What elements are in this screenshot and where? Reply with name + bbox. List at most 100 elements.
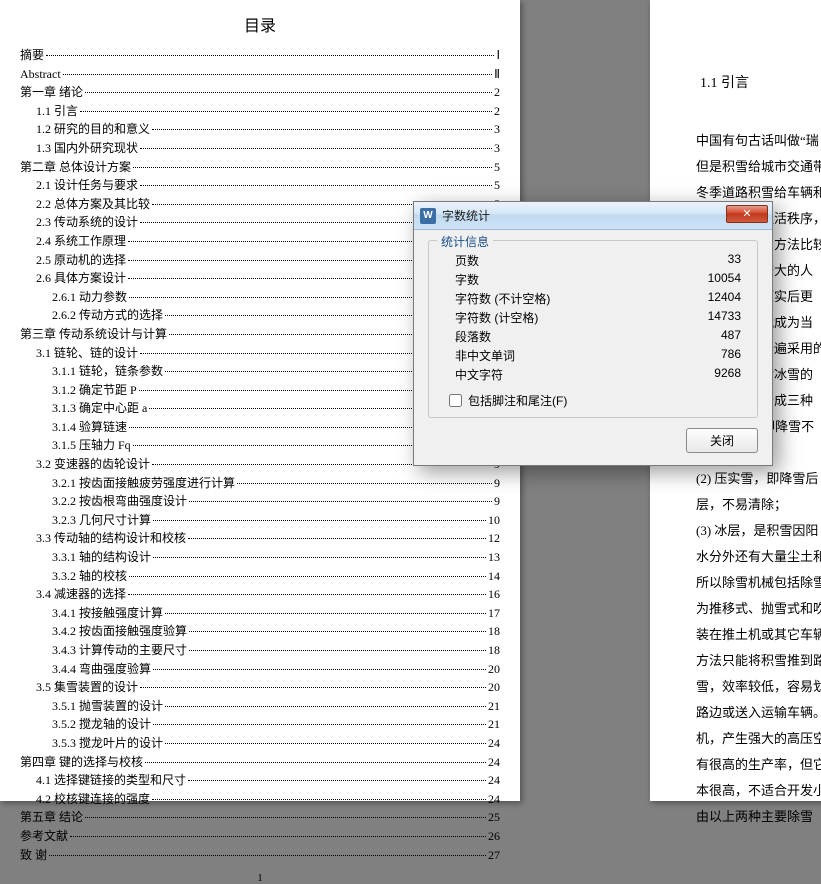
toc-entry-label: 2.1 设计任务与要求 (36, 176, 138, 195)
toc-dots (63, 74, 492, 75)
toc-entry: 3.3 传动轴的结构设计和校核12 (20, 529, 500, 548)
toc-entry: 3.2.3 几何尺寸计算10 (20, 511, 500, 530)
toc-entry-page: 9 (494, 492, 500, 511)
toc-dots (129, 576, 486, 577)
toc-entry-label: 3.5.2 搅龙轴的设计 (52, 715, 151, 734)
toc-entry-label: 2.6 具体方案设计 (36, 269, 126, 288)
toc-entry-label: 2.6.1 动力参数 (52, 288, 127, 307)
toc-entry-label: 3.3.1 轴的结构设计 (52, 548, 151, 567)
toc-entry: 第二章 总体设计方案5 (20, 158, 500, 177)
stat-name: 字符数 (计空格) (455, 309, 538, 326)
toc-dots (46, 55, 494, 56)
toc-entry-label: 3.2.1 按齿面接触疲劳强度进行计算 (52, 474, 235, 493)
toc-entry-page: 24 (488, 790, 500, 809)
toc-entry-label: 3.1.2 确定节距 P (52, 381, 137, 400)
dialog-body: 统计信息 页数33字数10054字符数 (不计空格)12404字符数 (计空格)… (414, 230, 772, 465)
toc-entry-label: 3.4.2 按齿面接触强度验算 (52, 622, 187, 641)
stat-name: 非中文单词 (455, 347, 515, 364)
dialog-footer: 关闭 (428, 428, 758, 453)
prose-line: 所以除雪机械包括除雪 (670, 570, 821, 596)
toc-dots (80, 111, 492, 112)
toc-entry-label: 2.6.2 传动方式的选择 (52, 306, 163, 325)
toc-entry-page: 21 (488, 715, 500, 734)
prose-line: 雪，效率较低，容易划伤地 (670, 674, 821, 700)
toc-dots (189, 650, 486, 651)
toc-entry-label: 第二章 总体设计方案 (20, 158, 131, 177)
close-button[interactable]: 关闭 (686, 428, 758, 453)
toc-entry: 3.4.3 计算传动的主要尺寸18 (20, 641, 500, 660)
toc-entry-page: 12 (488, 529, 500, 548)
toc-entry: 3.2.1 按齿面接触疲劳强度进行计算 9 (20, 474, 500, 493)
toc-entry-label: 第五章 结论 (20, 808, 83, 827)
prose-line: 机，产生强大的高压空气流 (670, 726, 821, 752)
toc-entry: 参考文献26 (20, 827, 500, 846)
toc-entry-label: 1.1 引言 (36, 102, 78, 121)
toc-entry-label: 第三章 传动系统设计与计算 (20, 325, 167, 344)
toc-entry-page: 9 (494, 474, 500, 493)
toc-dots (133, 167, 492, 168)
include-footnotes-label: 包括脚注和尾注(F) (468, 392, 567, 409)
toc-entry: 3.5 集雪装置的设计 20 (20, 678, 500, 697)
toc-dots (189, 501, 492, 502)
toc-entry: 3.5.1 抛雪装置的设计21 (20, 697, 500, 716)
toc-entry: 3.4 减速器的选择16 (20, 585, 500, 604)
toc-dots (165, 613, 486, 614)
toc-entry-label: 1.2 研究的目的和意义 (36, 120, 150, 139)
toc-entry-label: 3.1.5 压轴力 Fq (52, 436, 131, 455)
stat-row: 字数10054 (441, 270, 745, 289)
toc-dots (165, 706, 486, 707)
toc-entry-label: 2.2 总体方案及其比较 (36, 195, 150, 214)
toc-dots (49, 855, 486, 856)
toc-entry: 致 谢27 (20, 846, 500, 865)
toc-entry-label: 3.1.3 确定中心距 a (52, 399, 147, 418)
stat-row: 段落数487 (441, 327, 745, 346)
toc-dots (85, 817, 486, 818)
prose-line: 方法只能将积雪推到路边， (670, 648, 821, 674)
toc-dots (237, 483, 492, 484)
prose-line: 为推移式、抛雪式和吹雪式 (670, 596, 821, 622)
toc-entry-page: 2 (494, 102, 500, 121)
toc-entry: 1.3 国内外研究现状 3 (20, 139, 500, 158)
toc-entry-page: 13 (488, 548, 500, 567)
include-footnotes-checkbox[interactable] (449, 394, 462, 407)
toc-dots (140, 687, 486, 688)
toc-entry-page: 3 (494, 120, 500, 139)
toc-entry-label: 第一章 绪论 (20, 83, 83, 102)
prose-line: 水分外还有大量尘土和泥沙 (670, 544, 821, 570)
toc-entry-page: 20 (488, 678, 500, 697)
toc-entry-label: 1.3 国内外研究现状 (36, 139, 138, 158)
toc-title: 目录 (20, 12, 500, 36)
toc-entry: 3.2.2 按齿根弯曲强度设计9 (20, 492, 500, 511)
prose-line: 层，不易清除； (670, 492, 821, 518)
stat-value: 33 (728, 252, 741, 269)
close-icon[interactable]: ✕ (726, 205, 768, 223)
toc-entry-label: 2.4 系统工作原理 (36, 232, 126, 251)
toc-entry-page: 21 (488, 697, 500, 716)
prose-line: 中国有句古话叫做“瑞 (670, 128, 821, 154)
toc-entry-page: 2 (494, 83, 500, 102)
toc-entry-page: 24 (488, 753, 500, 772)
stat-name: 字符数 (不计空格) (455, 290, 550, 307)
toc-dots (140, 148, 492, 149)
toc-dots (140, 185, 492, 186)
toc-entry-label: Abstract (20, 65, 61, 84)
toc-entry-page: 3 (494, 139, 500, 158)
toc-entry-label: 3.5 集雪装置的设计 (36, 678, 138, 697)
toc-entry-label: 第四章 键的选择与校核 (20, 753, 143, 772)
toc-dots (145, 762, 486, 763)
toc-entry-label: 3.2 变速器的齿轮设计 (36, 455, 150, 474)
prose-line: 但是积雪给城市交通带来巨 (670, 154, 821, 180)
toc-dots (70, 836, 486, 837)
toc-entry-page: 20 (488, 660, 500, 679)
stat-value: 487 (721, 328, 741, 345)
include-footnotes-row[interactable]: 包括脚注和尾注(F) (441, 392, 745, 409)
toc-entry-label: 参考文献 (20, 827, 68, 846)
stat-row: 非中文单词786 (441, 346, 745, 365)
prose-line: (3) 冰层，是积雪因阳 (670, 518, 821, 544)
toc-entry-label: 3.1 链轮、链的设计 (36, 344, 138, 363)
toc-entry-page: 14 (488, 567, 500, 586)
toc-entry-page: Ⅱ (494, 65, 500, 84)
toc-entry: 4.1 选择键链接的类型和尺寸24 (20, 771, 500, 790)
toc-entry: 第一章 绪论 2 (20, 83, 500, 102)
dialog-titlebar[interactable]: W 字数统计 ✕ (414, 202, 772, 230)
